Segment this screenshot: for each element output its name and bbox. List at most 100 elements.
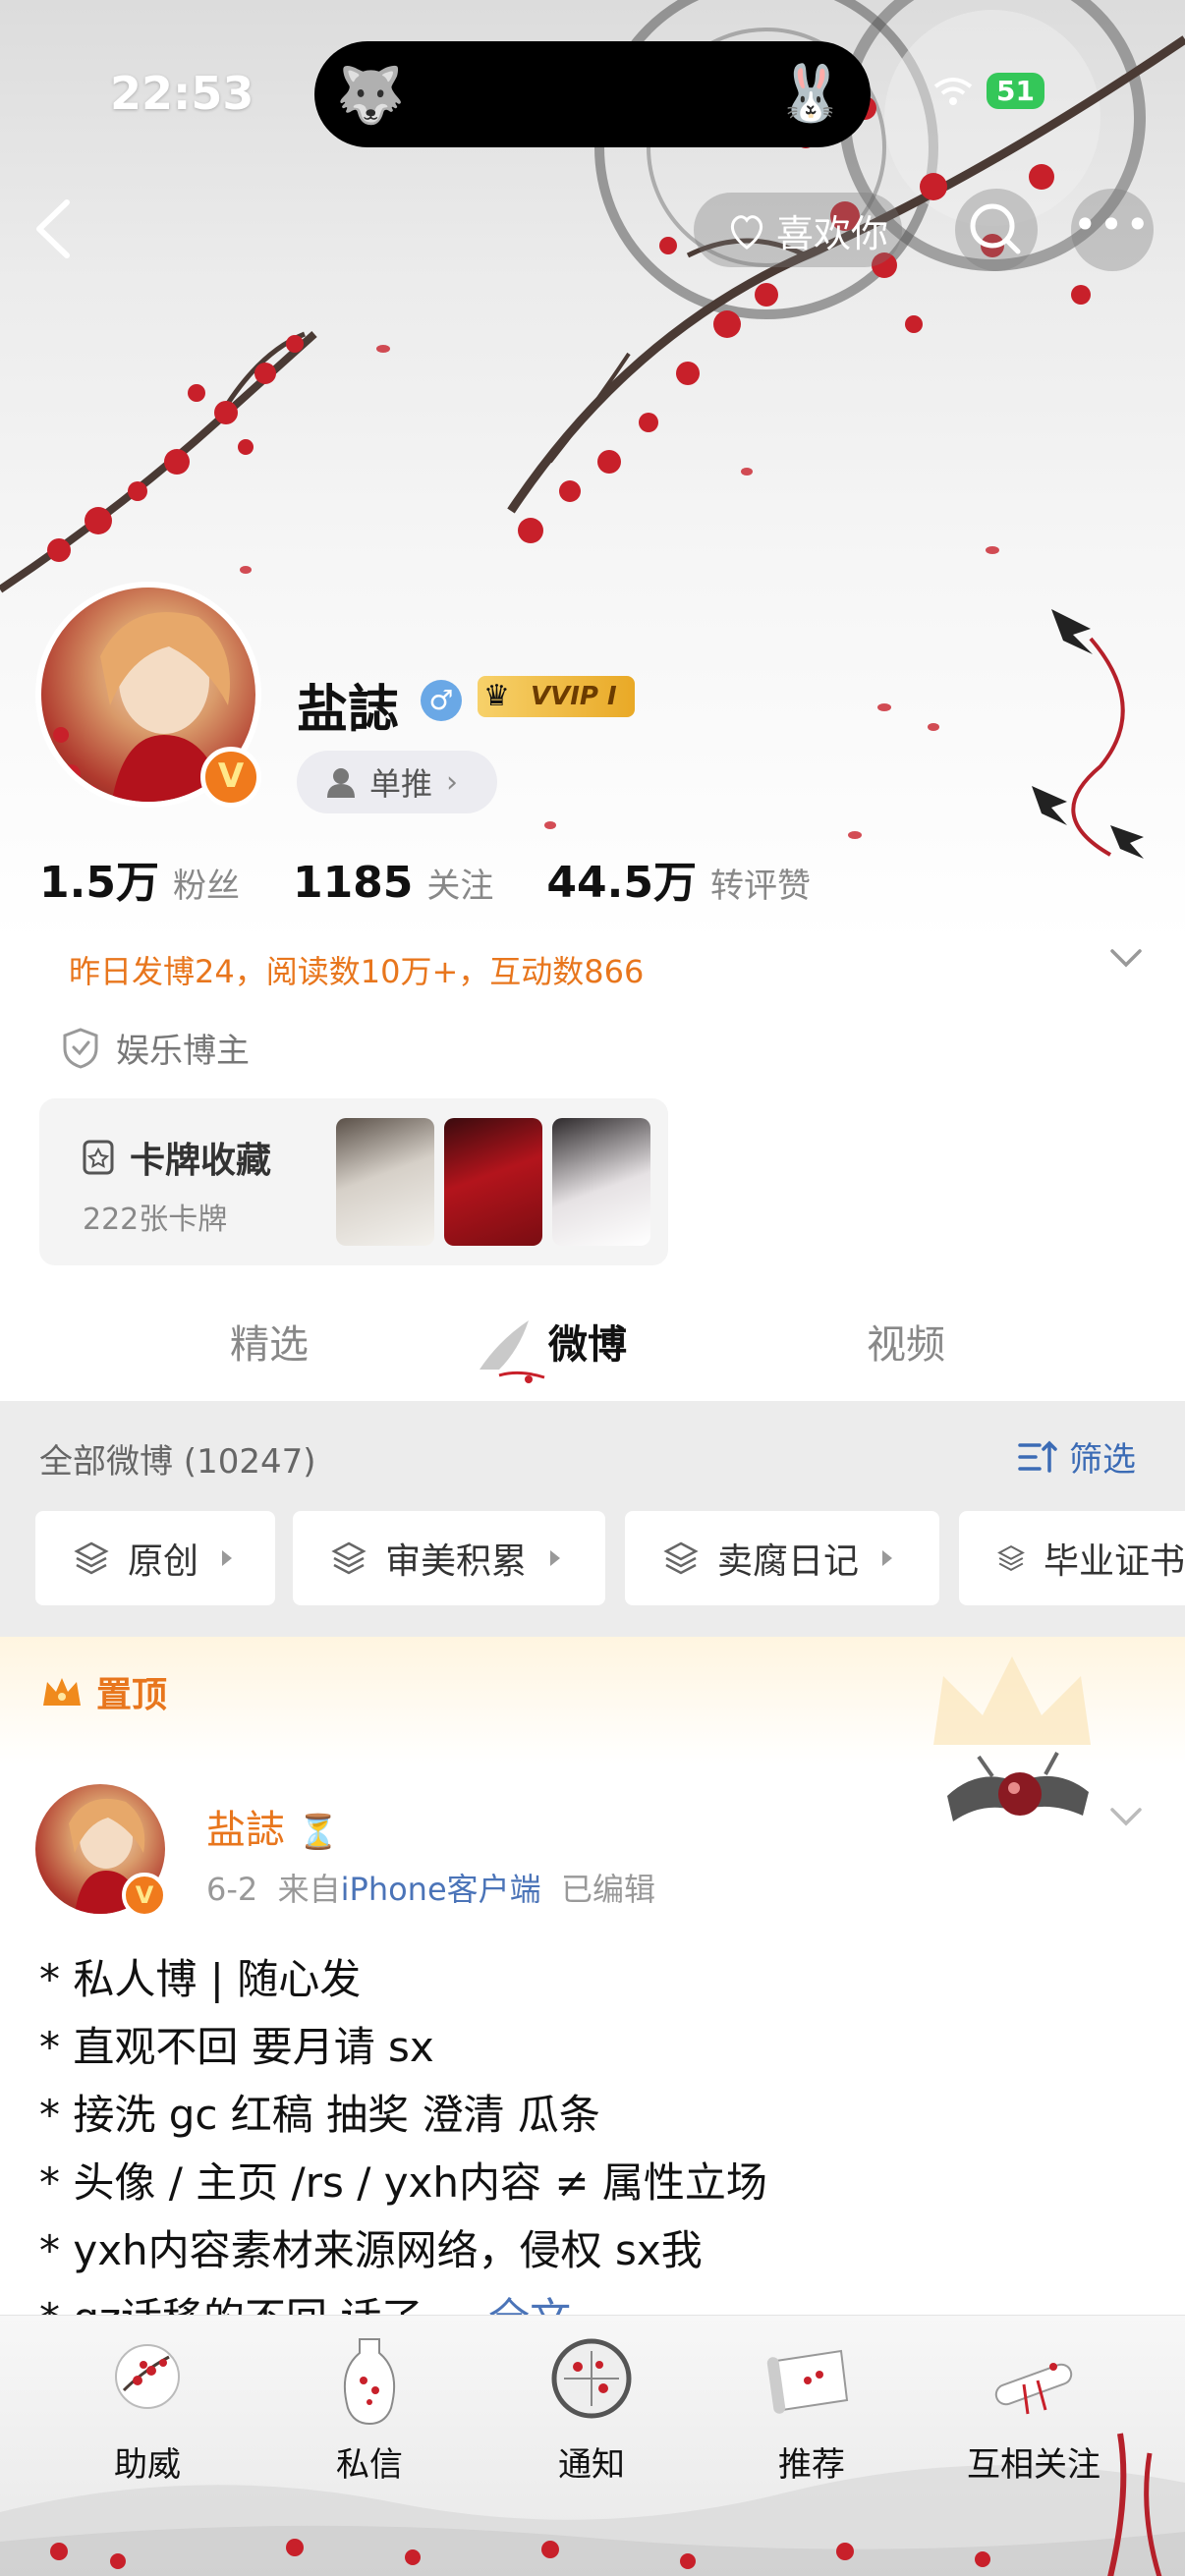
card-collection-title: 卡牌收藏 <box>79 1132 271 1183</box>
certification-label: 娱乐博主 <box>116 1032 250 1071</box>
status-time: 22:53 <box>110 67 254 120</box>
crane-flourish-icon <box>480 1320 545 1383</box>
pinned-label: 置顶 <box>39 1666 167 1717</box>
post-line: * yxh内容素材来源网络，侵权 sx我 <box>39 2226 703 2274</box>
pinned-text: 置顶 <box>96 1675 168 1715</box>
post-author-name[interactable]: 盐誌 ⏳ <box>206 1798 339 1855</box>
status-right: 51 <box>933 73 1044 109</box>
bottom-recommend-label: 推荐 <box>778 2445 845 2485</box>
filter-label: 筛选 <box>1069 1440 1136 1480</box>
chevron-down-icon[interactable] <box>1108 945 1144 973</box>
card-collection[interactable]: 卡牌收藏 222张卡牌 <box>39 1098 668 1265</box>
post-source[interactable]: iPhone客户端 <box>341 1871 541 1908</box>
wifi-icon <box>933 77 973 105</box>
card-thumbnail-1[interactable] <box>336 1118 434 1246</box>
battery-indicator: 51 <box>987 73 1044 109</box>
card-thumbnail-2[interactable] <box>444 1118 542 1246</box>
vase-icon <box>343 2338 396 2426</box>
bottom-notice-button[interactable]: 通知 <box>493 2331 690 2486</box>
rabbit-emoji-icon: 🐰 <box>776 62 845 126</box>
tab-weibo[interactable]: 微博 <box>548 1313 627 1370</box>
post-line: * 直观不回 要月请 sx <box>39 2023 434 2071</box>
layers-icon <box>331 1541 367 1575</box>
triangle-right-icon <box>550 1550 561 1566</box>
search-icon <box>970 203 1021 254</box>
chip-graduation-label: 毕业证书 <box>1043 1541 1185 1582</box>
bottom-mutual-follow-button[interactable]: 互相关注 <box>935 2331 1132 2486</box>
post-line: * 头像 / 主页 /rs / yxh内容 ≠ 属性立场 <box>39 2158 767 2207</box>
crown-icon <box>43 1678 81 1706</box>
tab-video[interactable]: 视频 <box>867 1313 945 1370</box>
chip-original[interactable]: 原创 <box>35 1511 275 1605</box>
chip-graduation[interactable]: 毕业证书 <box>959 1511 1185 1605</box>
sort-filter-icon <box>1018 1440 1057 1473</box>
single-push-button[interactable]: 单推 › <box>297 751 497 813</box>
all-posts-label: 全部微博 (10247) <box>39 1442 316 1482</box>
wolf-emoji-icon: 🐺 <box>336 64 405 128</box>
chip-diary[interactable]: 卖腐日记 <box>625 1511 939 1605</box>
shield-icon <box>63 1027 98 1069</box>
cheer-icon <box>115 2344 180 2409</box>
vvip-label: VVIP I <box>531 682 617 711</box>
bottom-mutual-follow-label: 互相关注 <box>967 2445 1100 2485</box>
post-author-name-text: 盐誌 <box>206 1808 285 1853</box>
post-line: * 私人博 | 随心发 <box>39 1955 362 2003</box>
chip-original-label: 原创 <box>128 1541 199 1582</box>
more-dots-icon: ••• <box>1072 200 1153 249</box>
reposts-likes-count[interactable]: 44.5万 <box>546 847 697 910</box>
crown-icon: ♛ <box>483 679 510 713</box>
post-body[interactable]: * 私人博 | 随心发 * 直观不回 要月请 sx * 接洗 gc 红稿 抽奖 … <box>39 1945 767 2352</box>
following-count[interactable]: 1185 <box>293 858 413 908</box>
tab-featured[interactable]: 精选 <box>230 1313 309 1370</box>
profile-tabs: 精选 微博 视频 <box>0 1287 1185 1401</box>
chevron-down-icon[interactable] <box>1108 1804 1144 1831</box>
post-meta: 6-2 来自iPhone客户端 已编辑 <box>206 1865 655 1910</box>
ornament-sticker-icon <box>947 1752 1089 1821</box>
bottom-message-label: 私信 <box>336 2445 403 2485</box>
triangle-right-icon <box>222 1550 233 1566</box>
bottom-message-button[interactable]: 私信 <box>271 2331 468 2486</box>
card-icon <box>83 1140 114 1175</box>
bottom-recommend-button[interactable]: 推荐 <box>713 2331 910 2486</box>
following-label[interactable]: 关注 <box>426 859 493 907</box>
layers-icon <box>663 1541 699 1575</box>
post-date: 6-2 <box>206 1871 258 1908</box>
post-edited[interactable]: 已编辑 <box>561 1871 655 1908</box>
person-icon <box>327 768 355 798</box>
male-gender-icon: ♂ <box>421 680 462 721</box>
post-line: * 接洗 gc 红稿 抽奖 澄清 瓜条 <box>39 2091 600 2139</box>
card-collection-label: 卡牌收藏 <box>130 1141 272 1181</box>
post-from-prefix: 来自 <box>277 1871 341 1908</box>
like-you-label: 喜欢你 <box>776 211 889 255</box>
chip-aesthetic[interactable]: 审美积累 <box>293 1511 605 1605</box>
fans-count[interactable]: 1.5万 <box>39 847 159 910</box>
bottom-cheer-label: 助威 <box>114 2445 181 2485</box>
card-thumbnail-3[interactable] <box>552 1118 650 1246</box>
bottom-cheer-button[interactable]: 助威 <box>49 2331 246 2486</box>
certification-row[interactable]: 娱乐博主 <box>61 1024 250 1072</box>
more-button[interactable]: ••• <box>1071 189 1154 271</box>
hourglass-icon: ⏳ <box>297 1813 340 1852</box>
single-push-label: 单推 <box>369 765 433 803</box>
bottom-action-bar: 助威 私信 通知 推荐 互相关注 <box>0 2315 1185 2576</box>
bottom-notice-label: 通知 <box>558 2445 625 2485</box>
fans-label[interactable]: 粉丝 <box>173 859 240 907</box>
layers-icon <box>997 1545 1025 1571</box>
like-you-button[interactable]: 喜欢你 <box>694 193 902 267</box>
filter-button[interactable]: 筛选 <box>1016 1432 1136 1481</box>
card-count: 222张卡牌 <box>83 1203 228 1237</box>
round-window-icon <box>551 2338 632 2419</box>
dynamic-island: 🐺 🐰 <box>314 41 871 147</box>
back-button[interactable] <box>29 196 79 261</box>
vvip-badge[interactable]: ♛ VVIP I <box>478 676 635 717</box>
reposts-likes-label[interactable]: 转评赞 <box>710 859 811 907</box>
chevron-right-icon: › <box>446 764 459 800</box>
verified-v-badge: V <box>122 1873 167 1918</box>
heart-hand-icon <box>730 215 763 250</box>
chip-aesthetic-label: 审美积累 <box>385 1541 528 1582</box>
yesterday-summary[interactable]: 昨日发博24，阅读数10万+，互动数866 <box>69 947 644 992</box>
search-button[interactable] <box>955 189 1038 271</box>
profile-name: 盐誌 <box>297 681 400 740</box>
layers-icon <box>74 1541 109 1575</box>
scroll-icon <box>766 2349 849 2414</box>
